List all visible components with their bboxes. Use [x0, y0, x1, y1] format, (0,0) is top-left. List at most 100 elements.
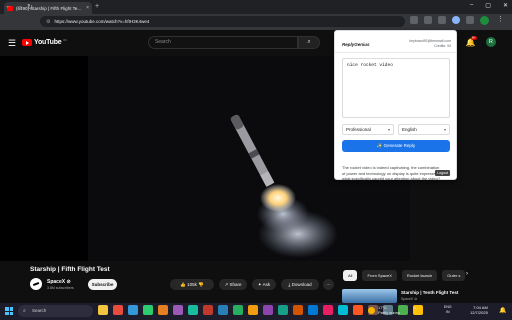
download-button[interactable]: ⤓ Download [281, 279, 319, 290]
taskbar-app-icon[interactable] [113, 305, 123, 315]
popup-brand: ReplyGenius [342, 42, 370, 47]
taskbar-search-placeholder: Search [32, 308, 47, 313]
notifications-bell-icon[interactable]: 🔔 9+ [466, 35, 477, 47]
download-label: Download [291, 282, 312, 287]
recommended-video-title[interactable]: Starship | Tenth Flight Test [401, 290, 458, 295]
minimize-button[interactable]: – [470, 2, 473, 9]
youtube-search-input[interactable]: Search [148, 36, 298, 49]
chevron-down-icon: ▾ [443, 127, 446, 132]
chip-outer-space[interactable]: Outer s [442, 270, 466, 281]
credits-count: Credits: 94 [434, 44, 451, 48]
taskbar-app-icon[interactable] [353, 305, 363, 315]
taskbar-app-icon[interactable] [158, 305, 168, 315]
recommended-video-thumbnail[interactable] [342, 289, 397, 303]
logout-button[interactable]: Logout [435, 170, 450, 176]
windows-start-icon[interactable] [5, 307, 13, 315]
share-icon: ↗ [224, 282, 229, 287]
reload-button[interactable]: ↻ [27, 3, 33, 11]
language-select-value: English [402, 127, 417, 132]
ask-label: Ask [262, 282, 271, 287]
taskbar-app-icon[interactable] [233, 305, 243, 315]
tray-overflow-icon[interactable]: ^ [414, 307, 416, 313]
extensions-puzzle-icon[interactable] [438, 16, 446, 24]
tone-select[interactable]: Professional ▾ [342, 124, 394, 135]
thumbs-up-icon[interactable]: 👍 [180, 282, 186, 287]
address-bar[interactable]: ⚙ https://www.youtube.com/watch?v=hfIH3K… [40, 16, 405, 27]
subscribe-button[interactable]: Subscribe [88, 279, 117, 290]
video-letterbox [0, 56, 88, 261]
chevron-down-icon: ▾ [387, 127, 390, 132]
taskbar-app-icon[interactable] [308, 305, 318, 315]
channel-avatar[interactable] [30, 278, 42, 290]
chip-from-spacex[interactable]: From SpaceX [362, 270, 397, 281]
window-controls: – ▢ ✕ [470, 2, 508, 9]
notification-count-badge: 9+ [470, 35, 477, 40]
chips-next-icon[interactable]: › [466, 271, 468, 277]
taskbar-app-icon[interactable] [293, 305, 303, 315]
taskbar-app-icon[interactable] [203, 305, 213, 315]
maximize-button[interactable]: ▢ [485, 2, 491, 9]
weather-widget[interactable]: 17°C Partly sunny [368, 305, 400, 315]
taskbar-app-icon[interactable] [218, 305, 228, 315]
url-text: https://www.youtube.com/watch?v=hfIH3K4w… [54, 19, 150, 24]
more-actions-button[interactable]: ··· [323, 279, 334, 290]
youtube-logo-text: YouTube [34, 39, 62, 46]
forward-button[interactable]: → [16, 3, 23, 10]
popup-account: keyboard92@benmail.com Credits: 94 [409, 39, 451, 49]
new-tab-button[interactable]: + [95, 3, 99, 10]
chip-all[interactable]: All [343, 270, 358, 281]
cast-icon[interactable] [410, 16, 418, 24]
taskbar-search[interactable]: ⌕ Search [18, 305, 93, 317]
thumbs-down-icon[interactable]: 👎 [198, 282, 204, 287]
region-code: IN [446, 310, 450, 314]
taskbar-app-icon[interactable] [248, 305, 258, 315]
taskbar-app-icon[interactable] [128, 305, 138, 315]
taskbar-app-icon[interactable] [188, 305, 198, 315]
input-language[interactable]: ENG IN [444, 305, 452, 315]
tab-close-icon[interactable]: × [86, 5, 89, 11]
language-select[interactable]: English ▾ [398, 124, 450, 135]
download-icon: ⤓ [288, 282, 291, 287]
replygenius-extension-icon[interactable] [452, 16, 460, 24]
user-avatar[interactable]: R [485, 37, 496, 47]
ask-button[interactable]: ✦ Ask [252, 279, 276, 290]
sparkle-icon: ✦ [257, 282, 262, 287]
comment-input[interactable]: nice rocket video [342, 58, 450, 118]
recommendation-chips: All From SpaceX Rocket launch Outer s [343, 270, 466, 281]
taskbar-app-icon[interactable] [278, 305, 288, 315]
hamburger-menu-icon[interactable]: ☰ [8, 38, 16, 49]
search-icon[interactable]: ⌕ [298, 36, 320, 49]
share-label: Share [229, 282, 242, 287]
weather-desc: Partly sunny [378, 310, 401, 315]
bookmark-star-icon[interactable] [424, 16, 432, 24]
like-count: 105k [187, 282, 197, 287]
site-info-icon[interactable]: ⚙ [46, 19, 50, 25]
chrome-profile-avatar[interactable] [480, 16, 489, 25]
like-dislike-button[interactable]: 👍 105k 👎 [170, 279, 214, 290]
youtube-country-code: IN [63, 38, 67, 42]
close-window-button[interactable]: ✕ [503, 2, 508, 9]
share-button[interactable]: ↗ Share [219, 279, 247, 290]
popup-divider [335, 52, 456, 53]
partly-sunny-icon [368, 306, 375, 314]
youtube-play-logo-icon [22, 39, 32, 46]
chrome-menu-icon[interactable]: ⋮ [497, 15, 504, 23]
video-title: Starship | Fifth Flight Test [30, 266, 110, 273]
channel-name[interactable]: SpaceX ⊘ [47, 279, 71, 285]
taskbar-app-icon[interactable] [338, 305, 348, 315]
notification-center-icon[interactable]: 🔔 [499, 307, 506, 314]
tone-select-value: Professional [346, 127, 371, 132]
youtube-logo[interactable]: YouTube IN [22, 38, 67, 46]
back-button[interactable]: ← [5, 3, 12, 10]
generate-reply-button[interactable]: ✨ Generate Reply [342, 140, 450, 152]
taskbar-app-icon[interactable] [98, 305, 108, 315]
chip-rocket-launch[interactable]: Rocket launch [401, 270, 438, 281]
taskbar-app-icon[interactable] [263, 305, 273, 315]
system-clock[interactable]: 7:04 AM 12/7/2025 [470, 305, 488, 315]
subscriber-count: 3.8M subscribers [47, 286, 74, 290]
replygenius-popup: ReplyGenius keyboard92@benmail.com Credi… [334, 30, 457, 181]
taskbar-app-icon[interactable] [173, 305, 183, 315]
sidebar-icon[interactable] [466, 16, 474, 24]
taskbar-app-icon[interactable] [323, 305, 333, 315]
taskbar-app-icon[interactable] [143, 305, 153, 315]
